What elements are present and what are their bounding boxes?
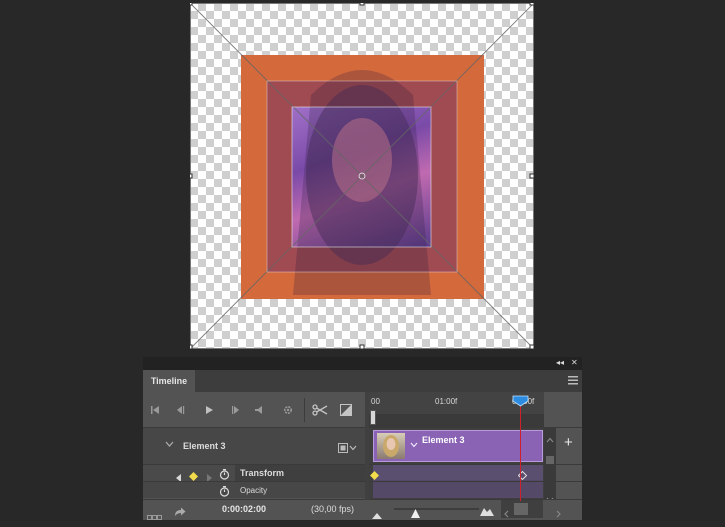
opacity-property-row[interactable]: Opacity xyxy=(143,482,365,498)
video-clip[interactable]: Element 3 xyxy=(373,430,543,462)
frame-animation-toggle-icon[interactable] xyxy=(147,507,163,525)
transport-controls xyxy=(143,392,365,427)
film-strip-icon[interactable] xyxy=(338,440,358,458)
settings-gear-icon[interactable] xyxy=(281,403,295,417)
horizontal-scroll-thumb[interactable] xyxy=(514,503,528,515)
zoom-slider-track[interactable] xyxy=(394,508,479,510)
tab-timeline[interactable]: Timeline xyxy=(143,370,195,392)
transform-keyframe-track[interactable] xyxy=(370,464,543,481)
play-icon[interactable] xyxy=(202,403,216,417)
transform-guides xyxy=(190,3,534,349)
playhead-line xyxy=(520,403,521,501)
layer-row[interactable]: Element 3 xyxy=(143,428,365,464)
tab-bar xyxy=(195,370,582,392)
add-media-button[interactable]: + xyxy=(564,434,573,451)
zoom-out-icon[interactable] xyxy=(372,506,382,524)
expand-layer-chevron-icon[interactable] xyxy=(165,440,174,450)
split-scissors-icon[interactable] xyxy=(311,403,329,417)
panel-splitter[interactable] xyxy=(365,392,369,500)
frame-rate: (30,00 fps) xyxy=(311,504,355,514)
transform-property-row[interactable]: Transform xyxy=(143,465,365,482)
zoom-slider-thumb[interactable] xyxy=(411,505,420,523)
timeline-status-bar: 0:00:02:00 (30,00 fps) xyxy=(143,500,582,520)
clip-thumbnail xyxy=(377,433,405,459)
work-area-bar[interactable] xyxy=(369,414,544,427)
work-area-start-handle[interactable] xyxy=(370,410,376,425)
divider xyxy=(304,398,305,422)
clip-expand-chevron-icon[interactable] xyxy=(410,435,418,453)
go-to-first-frame-icon[interactable] xyxy=(148,403,162,417)
next-frame-icon[interactable] xyxy=(229,403,243,417)
clip-name: Element 3 xyxy=(422,435,465,445)
render-video-icon[interactable] xyxy=(174,504,186,522)
panel-menu-icon[interactable] xyxy=(568,375,578,385)
ruler-tick-label: 00 xyxy=(371,397,380,406)
divider xyxy=(143,427,582,428)
ruler-tick-label: 01:00f xyxy=(435,397,458,406)
collapse-panel-icon[interactable]: ◂◂ xyxy=(556,358,564,367)
zoom-in-icon[interactable] xyxy=(480,503,494,521)
close-panel-icon[interactable]: ✕ xyxy=(571,358,578,367)
document-canvas[interactable] xyxy=(190,3,534,349)
scroll-left-icon[interactable] xyxy=(504,505,509,523)
divider xyxy=(143,481,582,482)
layer-name: Element 3 xyxy=(183,441,226,451)
opacity-keyframe-track[interactable] xyxy=(373,480,543,498)
playhead-handle[interactable] xyxy=(512,394,529,412)
audio-icon[interactable] xyxy=(252,403,266,417)
opacity-label: Opacity xyxy=(240,486,268,495)
timeline-panel: Timeline 00 01:00f Element 3 Transform O… xyxy=(143,370,582,520)
divider xyxy=(143,464,582,465)
transform-label: Transform xyxy=(240,468,285,478)
divider xyxy=(143,499,582,500)
panel-header-bar: ◂◂ ✕ xyxy=(143,357,582,370)
transition-icon[interactable] xyxy=(339,403,353,417)
scroll-up-icon[interactable] xyxy=(546,430,554,448)
horizontal-scrollbar[interactable] xyxy=(501,500,543,518)
previous-frame-icon[interactable] xyxy=(173,403,187,417)
current-time[interactable]: 0:00:02:00 xyxy=(222,504,266,514)
scroll-right-icon[interactable] xyxy=(556,505,561,523)
